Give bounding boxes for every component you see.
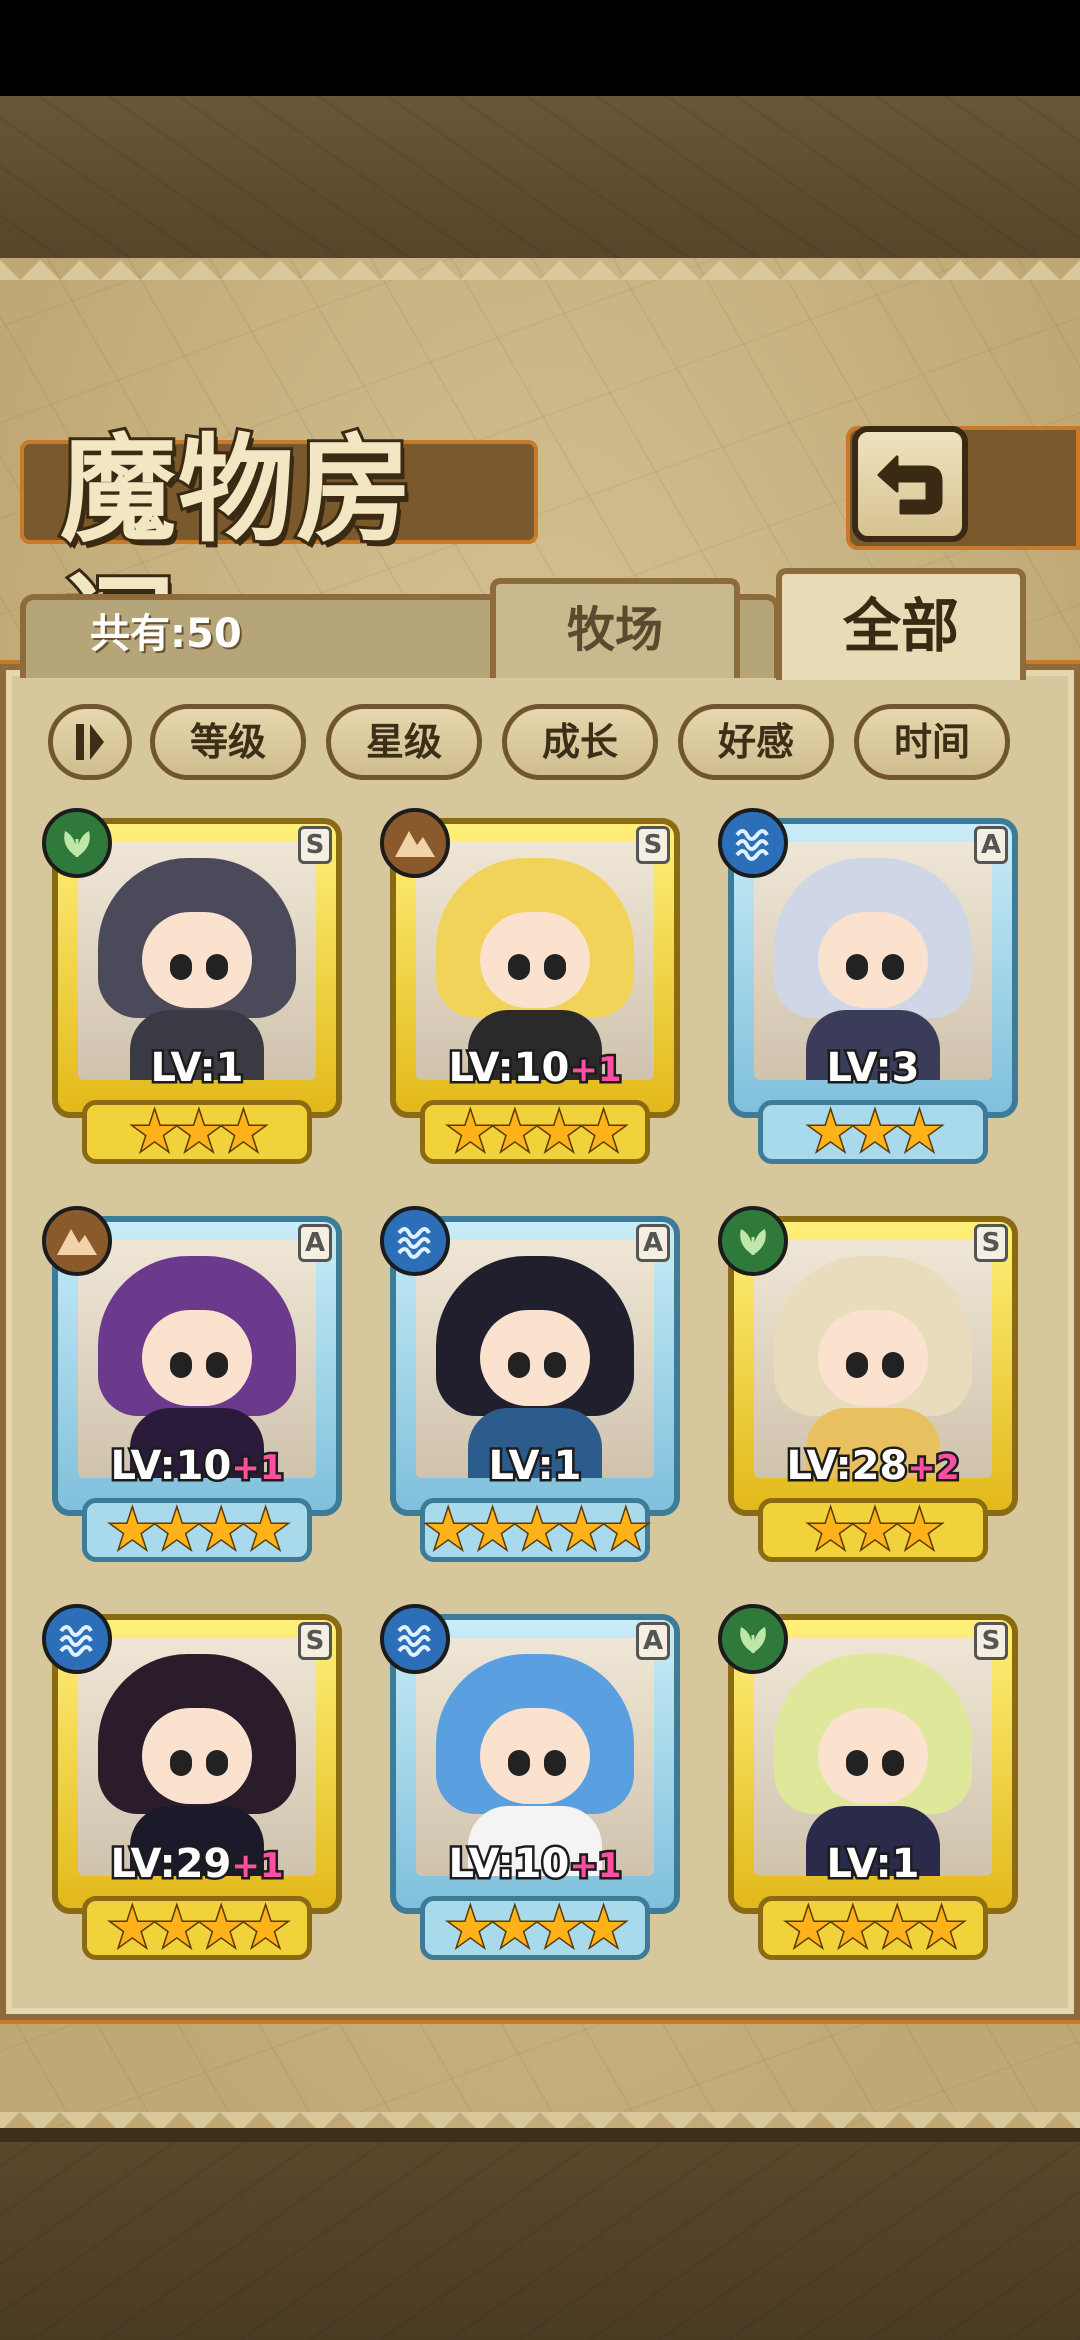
level-bonus: +1 (229, 1844, 286, 1889)
level-label: LV:1 (718, 1839, 1028, 1890)
star-rating: ★★★★★ (422, 1497, 651, 1563)
level-label: LV:1 (380, 1441, 690, 1492)
level-value: LV:10 (108, 1441, 234, 1492)
rank-badge: S (298, 826, 332, 864)
sort-toggle-icon (76, 724, 104, 760)
water-element-icon (380, 1604, 450, 1674)
level-value: LV:28 (784, 1441, 910, 1492)
level-value: LV:1 (486, 1441, 584, 1492)
monster-card[interactable]: S LV:10+1 ★★★★ (380, 808, 690, 1178)
star-rating: ★★★★ (107, 1895, 292, 1961)
monster-card[interactable]: A LV:1 ★★★★★ (380, 1206, 690, 1576)
level-label: LV:28+2 (718, 1441, 1028, 1492)
tab-all[interactable]: 全部 (776, 568, 1026, 680)
star-rating: ★★★ (129, 1099, 269, 1165)
sort-time-button[interactable]: 时间 (854, 704, 1010, 780)
star-rating: ★★★★ (445, 1895, 630, 1961)
water-element-icon (380, 1206, 450, 1276)
rank-badge: S (974, 1622, 1008, 1660)
sort-growth-button[interactable]: 成长 (502, 704, 658, 780)
earth-element-icon (380, 808, 450, 878)
level-label: LV:10+1 (380, 1043, 690, 1094)
grass-element-icon (42, 808, 112, 878)
sort-order-toggle[interactable] (48, 704, 132, 780)
status-bar (0, 0, 1080, 96)
level-value: LV:10 (446, 1839, 572, 1890)
grass-element-icon (718, 1604, 788, 1674)
star-rating: ★★★★ (445, 1099, 630, 1165)
grass-element-icon (718, 1206, 788, 1276)
level-label: LV:1 (42, 1043, 352, 1094)
star-rating: ★★★ (805, 1497, 945, 1563)
star-rating: ★★★★ (107, 1497, 292, 1563)
monster-card[interactable]: A LV:10+1 ★★★★ (380, 1604, 690, 1974)
sort-star-button[interactable]: 星级 (326, 704, 482, 780)
level-value: LV:1 (148, 1043, 246, 1094)
rank-badge: S (636, 826, 670, 864)
level-label: LV:29+1 (42, 1839, 352, 1890)
water-element-icon (42, 1604, 112, 1674)
level-label: LV:10+1 (380, 1839, 690, 1890)
star-rating: ★★★★ (783, 1895, 968, 1961)
level-value: LV:10 (446, 1043, 572, 1094)
level-value: LV:29 (108, 1839, 234, 1890)
rank-badge: A (974, 826, 1008, 864)
rank-badge: S (974, 1224, 1008, 1262)
level-bonus: +1 (567, 1844, 624, 1889)
back-button[interactable] (852, 426, 968, 542)
level-label: LV:3 (718, 1043, 1028, 1094)
monster-card[interactable]: A LV:3 ★★★ (718, 808, 1028, 1178)
star-rating: ★★★ (805, 1099, 945, 1165)
monster-card[interactable]: S LV:1 ★★★★ (718, 1604, 1028, 1974)
earth-element-icon (42, 1206, 112, 1276)
background-map-top (0, 96, 1080, 266)
total-count: 共有:50 (90, 611, 242, 657)
rank-badge: A (636, 1622, 670, 1660)
monster-card[interactable]: S LV:1 ★★★ (42, 808, 352, 1178)
level-bonus: +1 (229, 1446, 286, 1491)
monster-card[interactable]: A LV:10+1 ★★★★ (42, 1206, 352, 1576)
sort-affection-button[interactable]: 好感 (678, 704, 834, 780)
level-label: LV:10+1 (42, 1441, 352, 1492)
bottom-band (0, 2128, 1080, 2142)
page-title: 魔物房间 (57, 419, 415, 701)
level-value: LV:3 (824, 1043, 922, 1094)
background-map-bottom (0, 2130, 1080, 2340)
monster-card[interactable]: S LV:29+1 ★★★★ (42, 1604, 352, 1974)
torn-edge-top (0, 252, 1080, 280)
water-element-icon (718, 808, 788, 878)
level-value: LV:1 (824, 1839, 922, 1890)
tab-ranch[interactable]: 牧场 (490, 578, 740, 678)
sort-level-button[interactable]: 等级 (150, 704, 306, 780)
monster-card[interactable]: S LV:28+2 ★★★ (718, 1206, 1028, 1576)
level-bonus: +1 (567, 1048, 624, 1093)
level-bonus: +2 (905, 1446, 962, 1491)
back-arrow-icon (877, 455, 943, 515)
rank-badge: A (298, 1224, 332, 1262)
rank-badge: A (636, 1224, 670, 1262)
rank-badge: S (298, 1622, 332, 1660)
